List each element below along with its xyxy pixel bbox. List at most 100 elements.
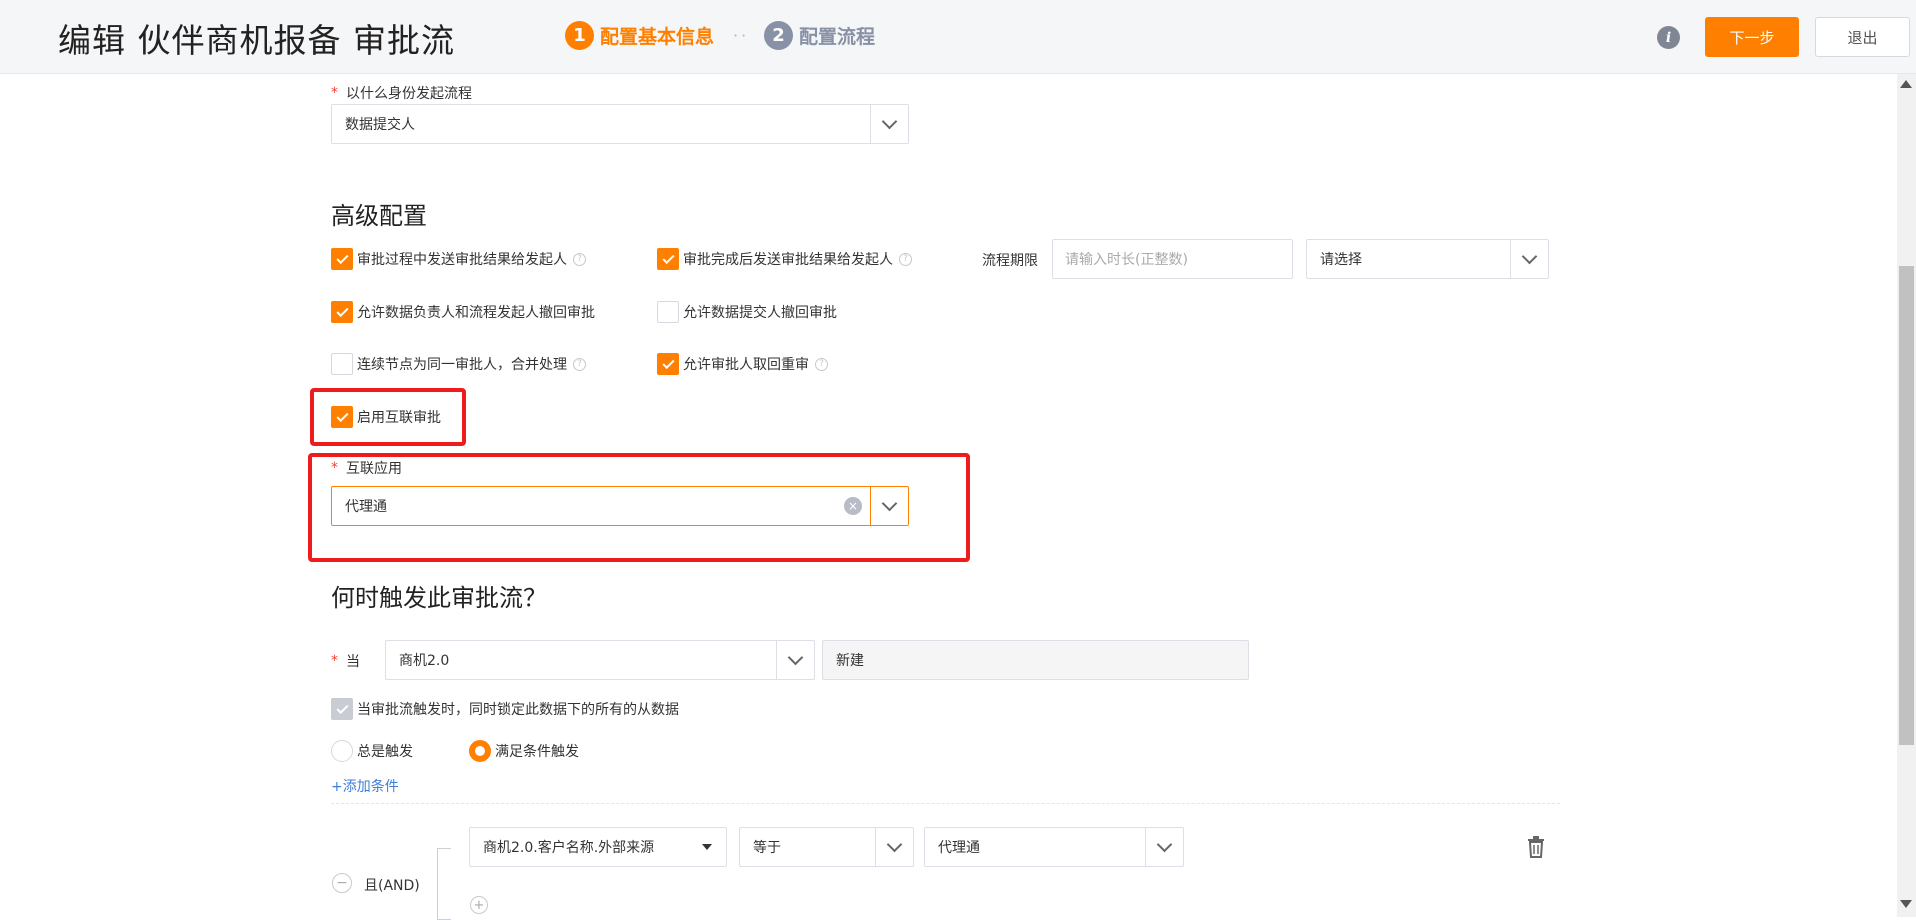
when-label: * 当 <box>331 651 360 671</box>
checkbox[interactable] <box>657 248 679 270</box>
initiator-select[interactable]: 数据提交人 <box>331 104 909 144</box>
required-mark: * <box>331 653 338 669</box>
condition-value-toggle[interactable] <box>1145 828 1183 866</box>
radio-button[interactable] <box>469 740 491 762</box>
check-icon <box>661 356 675 369</box>
deadline-label: 流程期限 <box>982 253 1038 269</box>
option-label: 当审批流触发时，同时锁定此数据下的所有的从数据 <box>357 702 679 718</box>
help-icon[interactable]: ? <box>573 252 586 266</box>
trigger-event-value: 新建 <box>836 653 864 669</box>
trigger-object-toggle[interactable] <box>776 641 814 679</box>
chevron-down-icon <box>787 649 804 665</box>
radio-button[interactable] <box>331 740 353 762</box>
caret-down-icon <box>702 844 712 850</box>
initiator-select-toggle[interactable] <box>870 105 908 143</box>
divider <box>331 803 1560 804</box>
radio-label: 总是触发 <box>357 744 413 760</box>
check-icon <box>335 251 349 264</box>
condition-operator-select[interactable]: 等于 <box>739 827 914 867</box>
interconnect-app-label-text: 互联应用 <box>346 461 402 477</box>
add-condition-link[interactable]: +添加条件 <box>331 776 399 796</box>
initiator-label: * 以什么身份发起流程 <box>331 83 472 103</box>
scroll-down-arrow-icon[interactable] <box>1900 900 1912 908</box>
check-icon <box>335 304 349 317</box>
when-label-text: 当 <box>346 654 360 670</box>
step-2-number: 2 <box>764 20 793 50</box>
condition-field-select[interactable]: 商机2.0.客户名称.外部来源 <box>469 827 727 867</box>
condition-value-select[interactable]: 代理通 <box>924 827 1184 867</box>
condition-operator-toggle[interactable] <box>875 828 913 866</box>
option-label: 允许数据提交人撤回审批 <box>683 305 837 321</box>
option-allow-retrieve[interactable]: 允许审批人取回重审 ? <box>657 352 828 376</box>
scroll-up-arrow-icon[interactable] <box>1900 80 1912 88</box>
option-label: 审批完成后发送审批结果给发起人 <box>683 252 893 268</box>
step-separator: ·· <box>733 26 750 45</box>
deadline-unit-toggle[interactable] <box>1510 240 1548 278</box>
step-1-number: 1 <box>565 20 594 50</box>
checkbox[interactable] <box>331 353 353 375</box>
condition-operator-value: 等于 <box>753 840 781 856</box>
chevron-down-icon <box>1156 836 1173 852</box>
info-icon[interactable]: i <box>1657 26 1680 49</box>
page-title: 编辑 伙伴商机报备 审批流 <box>58 21 455 60</box>
checkbox[interactable] <box>331 248 353 270</box>
exit-button[interactable]: 退出 <box>1815 17 1910 57</box>
radio-conditional-trigger[interactable]: 满足条件触发 <box>469 740 579 762</box>
deadline-unit-value: 请选择 <box>1320 252 1362 268</box>
help-icon[interactable]: ? <box>815 357 828 371</box>
required-mark: * <box>331 460 338 476</box>
step-2[interactable]: 2 配置流程 <box>764 20 875 50</box>
checkbox[interactable] <box>331 301 353 323</box>
option-label: 允许数据负责人和流程发起人撤回审批 <box>357 305 595 321</box>
initiator-label-text: 以什么身份发起流程 <box>346 86 472 102</box>
condition-field-value: 商机2.0.客户名称.外部来源 <box>483 840 655 856</box>
checkbox[interactable] <box>657 353 679 375</box>
and-label: 且(AND) <box>364 878 420 894</box>
scrollbar-thumb[interactable] <box>1899 266 1914 745</box>
radio-always-trigger[interactable]: 总是触发 <box>331 740 413 762</box>
trigger-event-field: 新建 <box>822 640 1249 680</box>
top-header: 编辑 伙伴商机报备 审批流 1 配置基本信息 ·· 2 配置流程 i 下一步 退… <box>0 0 1916 74</box>
and-bracket <box>437 848 451 920</box>
step-1[interactable]: 1 配置基本信息 <box>565 20 714 50</box>
checkbox[interactable] <box>331 406 353 428</box>
radio-label: 满足条件触发 <box>495 744 579 760</box>
chevron-down-icon <box>881 495 898 511</box>
option-label: 启用互联审批 <box>357 410 441 426</box>
check-icon <box>661 251 675 264</box>
help-icon[interactable]: ? <box>573 357 586 371</box>
chevron-down-icon <box>881 113 898 129</box>
chevron-down-icon <box>1521 248 1538 264</box>
option-allow-submitter-withdraw[interactable]: 允许数据提交人撤回审批 <box>657 300 837 324</box>
option-label: 连续节点为同一审批人，合并处理 <box>357 357 567 373</box>
add-condition-icon[interactable]: + <box>470 896 488 914</box>
option-label: 允许审批人取回重审 <box>683 357 809 373</box>
interconnect-app-value: 代理通 <box>345 499 387 515</box>
check-icon <box>335 701 349 714</box>
option-send-result-after[interactable]: 审批完成后发送审批结果给发起人 ? <box>657 247 912 271</box>
option-merge-same-approver[interactable]: 连续节点为同一审批人，合并处理 ? <box>331 352 586 376</box>
deadline-input[interactable]: 请输入时长(正整数) <box>1052 239 1293 279</box>
interconnect-app-select[interactable]: 代理通 × <box>331 486 909 526</box>
clear-icon[interactable]: × <box>844 497 862 515</box>
advanced-config-title: 高级配置 <box>331 202 427 230</box>
option-enable-interconnect[interactable]: 启用互联审批 <box>331 405 441 429</box>
interconnect-app-toggle[interactable] <box>870 487 908 525</box>
trigger-object-select[interactable]: 商机2.0 <box>385 640 815 680</box>
interconnect-app-label: * 互联应用 <box>331 458 402 478</box>
remove-group-icon[interactable]: − <box>332 873 352 893</box>
checkbox[interactable] <box>657 301 679 323</box>
option-allow-owner-withdraw[interactable]: 允许数据负责人和流程发起人撤回审批 <box>331 300 595 324</box>
lock-slave-data-option: 当审批流触发时，同时锁定此数据下的所有的从数据 <box>331 697 679 721</box>
deadline-unit-select[interactable]: 请选择 <box>1306 239 1549 279</box>
step-2-label: 配置流程 <box>799 25 876 48</box>
next-button[interactable]: 下一步 <box>1705 17 1799 57</box>
check-icon <box>335 409 349 422</box>
option-send-result-during[interactable]: 审批过程中发送审批结果给发起人 ? <box>331 247 586 271</box>
trash-icon[interactable] <box>1527 836 1545 858</box>
initiator-select-value: 数据提交人 <box>345 117 415 133</box>
option-label: 审批过程中发送审批结果给发起人 <box>357 252 567 268</box>
help-icon[interactable]: ? <box>899 252 912 266</box>
checkbox-disabled <box>331 698 353 720</box>
condition-value-value: 代理通 <box>938 840 980 856</box>
